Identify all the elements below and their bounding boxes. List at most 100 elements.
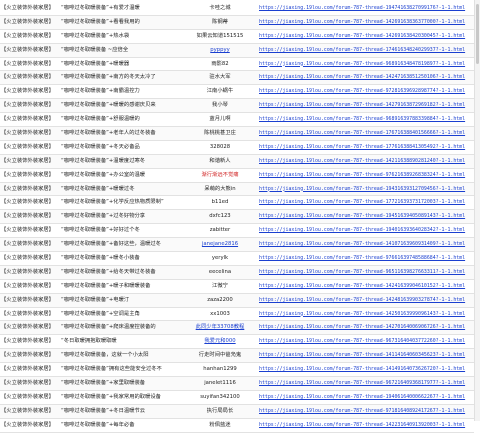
row-source: 【火立装饰外装家居】 [0, 126, 60, 141]
row-user[interactable]: janejane2816 [182, 237, 258, 253]
row-source: 【火立装饰外装家居】 [0, 29, 60, 44]
row-source: 【火立装饰外装家居】 [0, 70, 60, 86]
row-source: 【火立装饰外装家居】 [0, 265, 60, 280]
row-url[interactable]: https://jiaxing.19lou.com/forum-787-thre… [258, 140, 474, 155]
row-source: 【火立装饰外装家居】 [0, 43, 60, 58]
table-row: 【火立装饰外装家居】 “冬日取暖拥抱取暖取暖 我爱元和000 https://jiax… [0, 334, 474, 350]
row-url[interactable]: https://jiaxing.19lou.com/forum-787-thre… [258, 404, 474, 419]
row-url[interactable]: https://jiaxing.19lou.com/forum-787-thre… [258, 209, 474, 225]
row-title: “咖啡过冬取暖装备”+冬天必备品 [60, 140, 182, 155]
table-row: 【火立装饰外装家居】 “咖啡过冬取暖装备”+温暖度过寒冬 和谐新人 https://j… [0, 154, 474, 169]
row-user: hanhan1299 [182, 362, 258, 378]
table-row: 【火立装饰外装家居】 “咖啡过冬取暖装备”+暖暖过冬 呆萌的大熊in https://… [0, 182, 474, 197]
row-user: 和谐新人 [182, 154, 258, 169]
row-url[interactable]: https://jiaxing.19lou.com/forum-787-thre… [258, 334, 474, 350]
table-row: 【火立装饰外装家居】 “咖啡过冬取暖装备”+爬床温度控装备的 此同少年33708教程… [0, 320, 474, 336]
row-title: “咖啡过冬取暖装备”+温暖度过寒冬 [60, 154, 182, 169]
row-url[interactable]: https://jiaxing.19lou.com/forum-787-thre… [258, 2, 474, 16]
row-user: janelet1116 [182, 376, 258, 391]
row-url[interactable]: https://jiaxing.19lou.com/forum-787-thre… [258, 418, 474, 433]
row-user: yerylk [182, 251, 258, 266]
row-source: 【火立装饰外装家居】 [0, 154, 60, 169]
table-row: 【火立装饰外装家居】 “咖啡过冬取暖装备”拥有这些能安全过冬不 hanhan1299… [0, 362, 474, 378]
row-title: “咖啡过冬取暖装备”+舒服温暖的 [60, 112, 182, 128]
row-url[interactable]: https://jiaxing.19lou.com/forum-787-thre… [258, 126, 474, 141]
row-title: “咖啡过冬取暖装备”拥有这些能安全过冬不 [60, 362, 182, 378]
row-title: “咖啡过冬取暖装备”+办公室的温暖 [60, 168, 182, 183]
table-row: 【火立装饰外装家居】 “咖啡过冬取暖装备”+南方的冬天太冷了 驻水大军 https:/… [0, 70, 474, 86]
post-list-table: 【火立装饰外装家居】 “咖啡过冬取暖装备”+有爱才温暖 卡哇之城 https://ji… [0, 2, 474, 433]
vertical-scrollbar[interactable] [474, 0, 480, 421]
row-user: 呆萌的大熊in [182, 182, 258, 197]
row-source: 【火立装饰外装家居】 [0, 293, 60, 308]
row-title: “咖啡过冬取暖装备”+冬日温暖节云 [60, 404, 182, 419]
row-user: eecelina [182, 265, 258, 280]
row-url[interactable]: https://jiaxing.19lou.com/forum-787-thre… [258, 154, 474, 169]
row-url[interactable]: https://jiaxing.19lou.com/forum-787-thre… [258, 348, 474, 364]
table-row: 【火立装饰外装家居】 “咖啡过冬取暖装备”+冬天必备品 328028 https://… [0, 140, 474, 155]
row-user: dxfc123 [182, 209, 258, 225]
row-user: 328028 [182, 140, 258, 155]
row-title: “咖啡过冬取暖装备 ~应倍全 [60, 43, 182, 58]
row-url[interactable]: https://jiaxing.19lou.com/forum-787-thre… [258, 293, 474, 308]
row-url[interactable]: https://jiaxing.19lou.com/forum-787-thre… [258, 15, 474, 30]
row-title: “咖啡过冬取暖装备”+给冬天带过冬装备 [60, 265, 182, 280]
row-user: 我小琴 [182, 98, 258, 114]
row-source: 【火立装饰外装家居】 [0, 98, 60, 114]
row-user: 陈钢蒂 [182, 15, 258, 30]
scrollbar-thumb[interactable] [476, 4, 479, 64]
row-title: “咖啡过冬取暖装备”+好好过个冬 [60, 223, 182, 239]
row-source: 【火立装饰外装家居】 [0, 418, 60, 433]
row-user: 陈桃桃甚卫庄 [182, 126, 258, 141]
row-user: 粉佩蓝迷 [182, 418, 258, 433]
row-user: 雨影82 [182, 57, 258, 72]
row-user: 行走时间中爸凫鬼 [182, 348, 258, 364]
row-user: 卡哇之城 [182, 2, 258, 16]
row-user[interactable]: 我爱元和000 [182, 334, 258, 350]
row-url[interactable]: https://jiaxing.19lou.com/forum-787-thre… [258, 195, 474, 211]
row-source: 【火立装饰外装家居】 [0, 2, 60, 16]
row-user[interactable]: 此同少年33708教程 [182, 320, 258, 336]
row-url[interactable]: https://jiaxing.19lou.com/forum-787-thre… [258, 237, 474, 253]
row-url[interactable]: https://jiaxing.19lou.com/forum-787-thre… [258, 362, 474, 378]
row-url[interactable]: https://jiaxing.19lou.com/forum-787-thre… [258, 251, 474, 266]
row-user: 蓝月儿啊 [182, 112, 258, 128]
row-user: 江微宁 [182, 279, 258, 294]
row-url[interactable]: https://jiaxing.19lou.com/forum-787-thre… [258, 376, 474, 391]
row-url[interactable]: https://jiaxing.19lou.com/forum-787-thre… [258, 182, 474, 197]
row-url[interactable]: https://jiaxing.19lou.com/forum-787-thre… [258, 168, 474, 183]
row-url[interactable]: https://jiaxing.19lou.com/forum-787-thre… [258, 57, 474, 72]
row-url[interactable]: https://jiaxing.19lou.com/forum-787-thre… [258, 279, 474, 294]
row-url[interactable]: https://jiaxing.19lou.com/forum-787-thre… [258, 390, 474, 405]
table-row: 【火立装饰外装家居】 “咖啡过冬取暖装备”+好好过个冬 zabitter https:… [0, 223, 474, 239]
row-url[interactable]: https://jiaxing.19lou.com/forum-787-thre… [258, 223, 474, 239]
table-row: 【火立装饰外装家居】 “咖啡过冬取暖装备”+暖暖器 雨影82 https://jiax… [0, 57, 474, 72]
row-source: 【火立装饰外装家居】 [0, 182, 60, 197]
row-url[interactable]: https://jiaxing.19lou.com/forum-787-thre… [258, 70, 474, 86]
row-user: suyifan342100 [182, 390, 258, 405]
row-url[interactable]: https://jiaxing.19lou.com/forum-787-thre… [258, 84, 474, 100]
row-url[interactable]: https://jiaxing.19lou.com/forum-787-thre… [258, 98, 474, 114]
row-source: 【火立装饰外装家居】 [0, 307, 60, 322]
table-row: 【火立装饰外装家居】 “咖啡过冬取暖装备”+有爱才温暖 卡哇之城 https://ji… [0, 2, 474, 16]
row-user: 江南小蜗牛 [182, 84, 258, 100]
row-title: “咖啡过冬取暖装备”+老年人的过冬装备 [60, 126, 182, 141]
row-user: xx1003 [182, 307, 258, 322]
table-row: 【火立装饰外装家居】 “咖啡过冬取暖装备”+暖冬小装备 yerylk https://… [0, 251, 474, 266]
table-row: 【火立装饰外装家居】 “咖啡过冬取暖装备”+电暖汀 zaza2200 https://… [0, 293, 474, 308]
row-url[interactable]: https://jiaxing.19lou.com/forum-787-thre… [258, 43, 474, 58]
row-url[interactable]: https://jiaxing.19lou.com/forum-787-thre… [258, 29, 474, 44]
row-url[interactable]: https://jiaxing.19lou.com/forum-787-thre… [258, 112, 474, 128]
row-url[interactable]: https://jiaxing.19lou.com/forum-787-thre… [258, 265, 474, 280]
row-title: “咖啡过冬取暖装备”+南方的冬天太冷了 [60, 70, 182, 86]
row-source: 【火立装饰外装家居】 [0, 57, 60, 72]
row-user: 驻水大军 [182, 70, 258, 86]
row-user[interactable]: pyppyy [182, 43, 258, 58]
row-url[interactable]: https://jiaxing.19lou.com/forum-787-thre… [258, 307, 474, 322]
row-url[interactable]: https://jiaxing.19lou.com/forum-787-thre… [258, 320, 474, 336]
row-user: 执行局局长 [182, 404, 258, 419]
row-title: “咖啡过冬取暖装备”+电暖汀 [60, 293, 182, 308]
table-row: 【火立装饰外装家居】 “咖啡过冬取暖装备”+每年必备 粉佩蓝迷 https://jia… [0, 418, 474, 433]
row-source: 【火立装饰外装家居】 [0, 348, 60, 364]
row-title: “咖啡过冬取暖装备”+空调是主角 [60, 307, 182, 322]
